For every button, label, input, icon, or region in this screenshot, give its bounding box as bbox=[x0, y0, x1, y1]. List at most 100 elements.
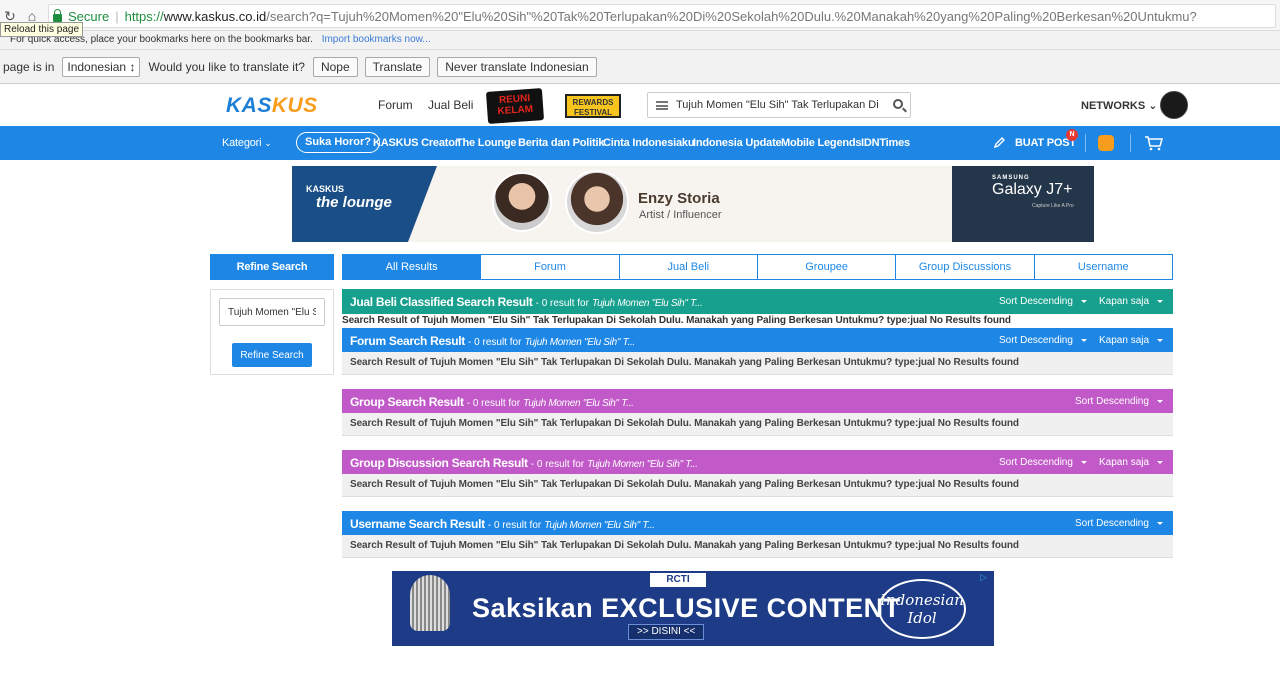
refine-search-button[interactable]: Refine Search bbox=[232, 343, 312, 367]
result-query: Tujuh Momen "Elu Sih" T... bbox=[524, 337, 635, 348]
notification-badge: N bbox=[1066, 129, 1078, 141]
sort-dropdown[interactable]: Sort Descending bbox=[1075, 396, 1163, 407]
search-icon[interactable] bbox=[893, 99, 903, 109]
indonesian-idol-ad[interactable]: RCTI Saksikan EXCLUSIVE CONTENT >> DISIN… bbox=[392, 571, 994, 646]
result-count: - 0 result for bbox=[535, 298, 589, 309]
url-field[interactable]: Secure | https://www.kaskus.co.id/search… bbox=[48, 4, 1276, 28]
jual-beli-result-body: Search Result of Tujuh Momen "Elu Sih" T… bbox=[342, 315, 1011, 326]
select-arrows-icon: ↕ bbox=[129, 59, 136, 74]
ad-headline: Saksikan EXCLUSIVE CONTENT bbox=[472, 593, 901, 623]
tab-jual-beli[interactable]: Jual Beli bbox=[619, 254, 758, 280]
language-value: Indonesian bbox=[67, 59, 127, 74]
caret-down-icon bbox=[1156, 521, 1163, 525]
never-translate-button[interactable]: Never translate Indonesian bbox=[437, 56, 597, 77]
refine-search-input[interactable] bbox=[219, 298, 325, 326]
username-result-header: Username Search Result - 0 result for Tu… bbox=[342, 511, 1173, 536]
site-header: KASKUS Forum Jual Beli REUNI KELAM REWAR… bbox=[0, 84, 1280, 126]
url-host: www.kaskus.co.id bbox=[163, 8, 267, 24]
chevron-down-icon: ⌄ bbox=[264, 138, 272, 148]
reuni-kelam-badge[interactable]: REUNI KELAM bbox=[485, 88, 545, 124]
tab-forum[interactable]: Forum bbox=[481, 254, 620, 280]
caret-down-icon bbox=[1157, 338, 1164, 342]
ad-cta[interactable]: >> DISINI << bbox=[628, 624, 705, 640]
tab-groupee[interactable]: Groupee bbox=[757, 254, 897, 280]
sort-label: Sort Descending bbox=[999, 296, 1073, 307]
time-dropdown[interactable]: Kapan saja bbox=[1099, 335, 1164, 346]
group-discussion-result-header: Group Discussion Search Result - 0 resul… bbox=[342, 450, 1173, 475]
forum-link[interactable]: Forum bbox=[378, 98, 413, 112]
networks-dropdown[interactable]: NETWORKS ⌄ bbox=[1081, 99, 1157, 112]
tab-group-discussions[interactable]: Group Discussions bbox=[896, 254, 1035, 280]
result-tabs: All Results Forum Jual Beli Groupee Grou… bbox=[342, 254, 1173, 280]
user-avatar[interactable] bbox=[1160, 91, 1188, 119]
sort-dropdown[interactable]: Sort Descending bbox=[999, 296, 1087, 307]
group-result-body: Search Result of Tujuh Momen "Elu Sih" T… bbox=[342, 413, 1173, 436]
influencer-photo bbox=[492, 172, 552, 232]
url-separator: | bbox=[115, 8, 119, 24]
nav-item-berita-politik[interactable]: Berita dan Politik bbox=[518, 137, 604, 149]
translate-button[interactable]: Translate bbox=[364, 56, 431, 77]
time-dropdown[interactable]: Kapan saja bbox=[1099, 296, 1164, 307]
kategori-dropdown[interactable]: Kategori ⌄ bbox=[222, 137, 272, 149]
group-result-header: Group Search Result - 0 result for Tujuh… bbox=[342, 389, 1173, 414]
cart-icon[interactable] bbox=[1144, 135, 1164, 151]
microphone-icon bbox=[410, 575, 450, 631]
rcti-logo: RCTI bbox=[650, 573, 706, 587]
hamburger-icon[interactable] bbox=[656, 101, 668, 110]
sort-dropdown[interactable]: Sort Descending bbox=[1075, 518, 1163, 529]
jual-beli-result-header: Jual Beli Classified Search Result - 0 r… bbox=[342, 289, 1173, 314]
nav-divider bbox=[1130, 134, 1131, 152]
lock-icon bbox=[53, 9, 62, 22]
sort-dropdown[interactable]: Sort Descending bbox=[999, 335, 1087, 346]
nope-button[interactable]: Nope bbox=[312, 56, 358, 77]
result-query: Tujuh Momen "Elu Sih" T... bbox=[592, 298, 703, 309]
caret-down-icon bbox=[1157, 299, 1164, 303]
result-query: Tujuh Momen "Elu Sih" T... bbox=[544, 520, 655, 531]
nav-item-idntimes[interactable]: IDNTimes bbox=[861, 137, 910, 149]
samsung-tagline: Capture Like A Pro bbox=[1032, 203, 1074, 209]
lounge-banner-kaskus: KASKUS bbox=[306, 184, 345, 194]
nav-item-cinta-indonesiaku[interactable]: Cinta Indonesiaku bbox=[603, 137, 695, 149]
search-input[interactable] bbox=[676, 96, 882, 114]
logo-part-a: KAS bbox=[226, 94, 272, 117]
language-select[interactable]: Indonesian ↕ bbox=[62, 56, 141, 77]
caret-down-icon bbox=[1156, 399, 1163, 403]
rewards-festival-badge[interactable]: REWARDS FESTIVAL bbox=[565, 94, 621, 118]
result-count: - 0 result for bbox=[530, 459, 585, 470]
lounge-banner-ad[interactable]: KASKUS the lounge Enzy Storia Artist / I… bbox=[292, 166, 1094, 242]
translate-page-label: page is in bbox=[3, 59, 55, 74]
result-title: Group Search Result bbox=[350, 395, 464, 409]
forum-result-body: Search Result of Tujuh Momen "Elu Sih" T… bbox=[342, 352, 1173, 375]
caret-down-icon bbox=[1080, 338, 1087, 342]
search-box bbox=[647, 92, 911, 118]
reload-tooltip: Reload this page bbox=[0, 22, 84, 37]
forum-result-header: Forum Search Result - 0 result for Tujuh… bbox=[342, 328, 1173, 353]
nav-item-kaskus-creator[interactable]: KASKUS Creator bbox=[373, 137, 459, 149]
import-bookmarks-link[interactable]: Import bookmarks now... bbox=[322, 34, 431, 45]
sort-label: Sort Descending bbox=[1075, 396, 1149, 407]
result-query: Tujuh Momen "Elu Sih" T... bbox=[523, 398, 634, 409]
sort-dropdown[interactable]: Sort Descending bbox=[999, 457, 1087, 468]
sort-label: Sort Descending bbox=[999, 457, 1073, 468]
nav-item-indonesia-update[interactable]: Indonesia Update bbox=[693, 137, 782, 149]
url-scheme: https:// bbox=[124, 8, 164, 24]
indonesian-idol-logo: Indonesian Idol bbox=[878, 579, 966, 639]
kaskus-logo[interactable]: KASKUS bbox=[226, 94, 318, 118]
tab-all-results[interactable]: All Results bbox=[342, 254, 482, 280]
tab-username[interactable]: Username bbox=[1034, 254, 1173, 280]
nav-item-the-lounge[interactable]: The Lounge bbox=[456, 137, 517, 149]
nav-divider bbox=[1085, 134, 1086, 152]
emoticon-icon[interactable] bbox=[1098, 135, 1114, 151]
suka-horor-pill[interactable]: Suka Horor? bbox=[296, 132, 381, 153]
time-dropdown[interactable]: Kapan saja bbox=[1099, 457, 1164, 468]
jual-beli-link[interactable]: Jual Beli bbox=[428, 98, 473, 112]
influencer-name: Enzy Storia bbox=[638, 190, 720, 207]
refine-search-panel: Refine Search bbox=[210, 289, 334, 375]
time-label: Kapan saja bbox=[1099, 457, 1150, 468]
adchoices-icon[interactable]: ▷ bbox=[980, 572, 991, 583]
lounge-banner-lounge: the lounge bbox=[316, 194, 392, 211]
caret-down-icon bbox=[1080, 460, 1087, 464]
caret-down-icon bbox=[1080, 299, 1087, 303]
nav-item-mobile-legends[interactable]: Mobile Legends bbox=[781, 137, 862, 149]
result-count: - 0 result for bbox=[466, 398, 521, 409]
